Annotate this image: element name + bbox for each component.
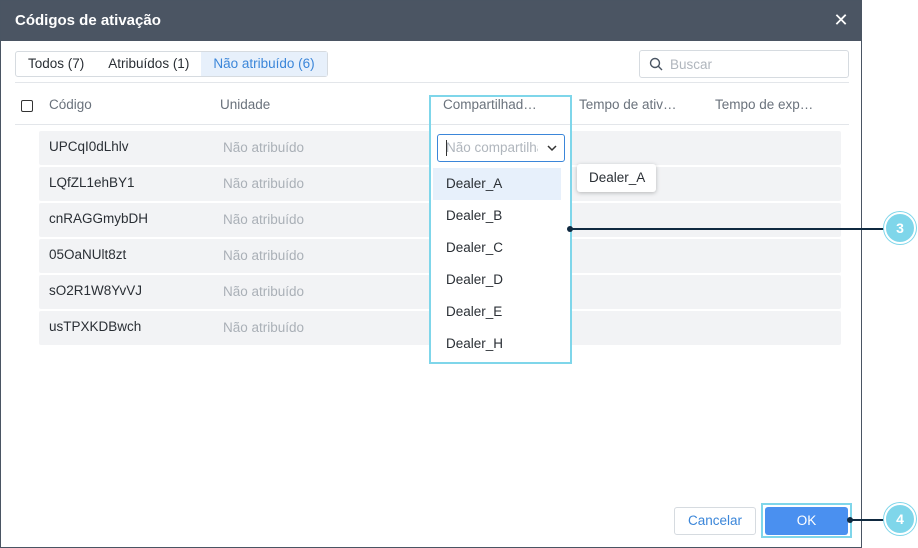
code-cell: LQfZL1ehBY1 — [49, 175, 135, 190]
code-cell: UPCqI0dLhlv — [49, 139, 129, 154]
select-all-checkbox[interactable] — [21, 100, 33, 112]
tab-unassigned[interactable]: Não atribuído (6) — [201, 52, 327, 76]
tab-all[interactable]: Todos (7) — [16, 52, 96, 76]
option-tooltip: Dealer_A — [577, 164, 656, 192]
unit-cell: Não atribuído — [223, 284, 305, 299]
callout-highlight-frame — [429, 95, 572, 364]
activation-codes-dialog: Códigos de ativação ✕ Todos (7) Atribuíd… — [0, 0, 862, 548]
unit-cell: Não atribuído — [223, 248, 305, 263]
column-header-expiration-time[interactable]: Tempo de exp… — [715, 97, 813, 112]
search-box — [639, 50, 849, 78]
callout-badge-3: 3 — [884, 212, 916, 244]
cancel-button[interactable]: Cancelar — [674, 507, 756, 535]
dialog-title: Códigos de ativação — [15, 12, 161, 29]
code-cell: cnRAGGmybDH — [49, 211, 149, 226]
callout-leader-line — [850, 519, 888, 521]
tab-assigned[interactable]: Atribuídos (1) — [96, 52, 201, 76]
divider — [15, 82, 849, 83]
unit-cell: Não atribuído — [223, 140, 305, 155]
code-cell: sO2R1W8YvVJ — [49, 283, 143, 298]
close-icon[interactable]: ✕ — [831, 10, 851, 30]
search-input[interactable] — [670, 55, 840, 73]
dialog-titlebar: Códigos de ativação ✕ — [1, 1, 861, 41]
code-cell: 05OaNUlt8zt — [49, 247, 127, 262]
callout-badge-4: 4 — [884, 503, 916, 535]
column-header-activation-time[interactable]: Tempo de ativ… — [579, 97, 677, 112]
unit-cell: Não atribuído — [223, 212, 305, 227]
unit-cell: Não atribuído — [223, 176, 305, 191]
column-header-unit[interactable]: Unidade — [220, 97, 270, 112]
code-cell: usTPXKDBwch — [49, 319, 142, 334]
filter-tabs: Todos (7) Atribuídos (1) Não atribuído (… — [15, 51, 328, 77]
column-header-code[interactable]: Código — [49, 97, 92, 112]
search-icon — [649, 57, 663, 71]
callout-leader-line — [570, 228, 888, 230]
unit-cell: Não atribuído — [223, 320, 305, 335]
callout-highlight-frame — [761, 503, 852, 538]
